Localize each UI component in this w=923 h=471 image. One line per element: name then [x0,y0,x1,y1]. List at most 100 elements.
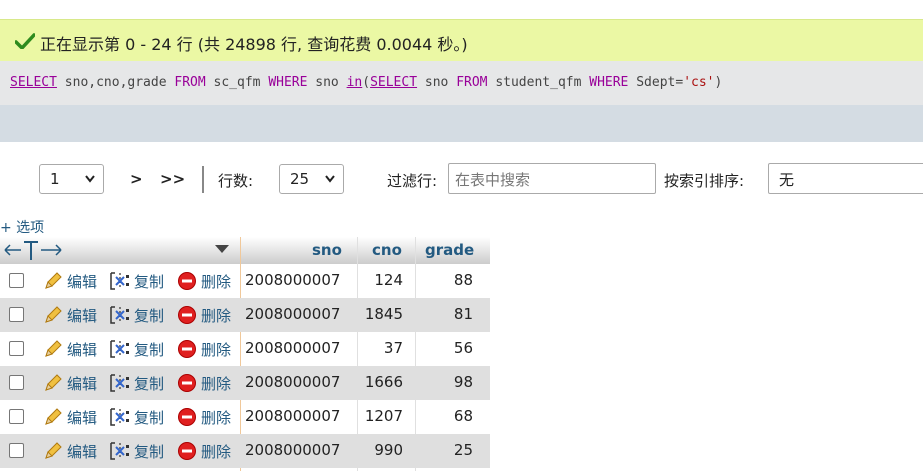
sql-keyword-link[interactable]: SELECT [370,75,417,90]
query-result-message: 正在显示第 0 - 24 行 (共 24898 行, 查询花费 0.0044 秒… [40,35,468,54]
cell-grade[interactable]: 81 [416,305,473,323]
table-header: sno cno grade [0,237,490,264]
sql-keyword: FROM [456,75,488,90]
table-row: 编辑 复制 删除 2008000007 1845 81 [0,298,490,332]
row-checkbox[interactable] [9,375,24,390]
table-row: 编辑 复制 删除 2008000007 124 88 [0,264,490,298]
edit-label: 编辑 [67,409,98,427]
cell-grade[interactable]: 25 [416,441,473,459]
copy-button[interactable]: 复制 [109,270,171,292]
sql-token: ( [362,75,371,90]
sql-keyword-link[interactable]: in [347,75,363,90]
cell-sno[interactable]: 2008000007 [245,407,340,425]
edit-button[interactable]: 编辑 [43,372,103,394]
cell-cno[interactable]: 124 [358,271,403,289]
cell-grade[interactable]: 88 [416,271,473,289]
sort-by-index-value: 无 [779,171,795,189]
cell-cno[interactable]: 1207 [358,407,403,425]
cell-sno[interactable]: 2008000007 [245,373,340,391]
rows-per-page-value: 25 [290,170,310,188]
next-page-button[interactable]: > [130,170,143,188]
row-checkbox[interactable] [9,341,24,356]
copy-button[interactable]: 复制 [109,406,171,428]
rows-per-page-select[interactable]: 25 [279,164,344,194]
sql-token: sc_qfm [205,75,269,90]
page-select[interactable]: 1 [39,164,104,194]
delete-button[interactable]: 删除 [177,338,237,360]
options-link[interactable]: + 选项 [0,217,44,237]
copy-label: 复制 [134,443,165,461]
column-header-grade[interactable]: grade [425,241,474,259]
sql-token: sno [307,75,347,90]
cell-cno[interactable]: 990 [358,441,403,459]
row-checkbox[interactable] [9,443,24,458]
sort-by-index-select[interactable]: 无 [768,163,923,194]
cell-cno[interactable]: 37 [358,339,403,357]
delete-button[interactable]: 删除 [177,372,237,394]
cell-sno[interactable]: 2008000007 [245,441,340,459]
delete-label: 删除 [201,443,232,461]
sql-token: ) [714,75,723,90]
sql-token: sno,cno,grade [56,75,175,90]
delete-label: 删除 [201,375,232,393]
sql-keyword-link[interactable]: SELECT [10,75,57,90]
sql-token: Sdept= [628,75,684,90]
filter-rows-input[interactable]: 在表中搜索 [448,163,656,194]
row-checkbox[interactable] [9,307,24,322]
sql-string: 'cs' [683,75,715,90]
page-select-value: 1 [50,170,60,188]
success-banner: 正在显示第 0 - 24 行 (共 24898 行, 查询花费 0.0044 秒… [0,19,923,61]
filter-placeholder: 在表中搜索 [455,171,531,189]
sql-token: student_qfm [487,75,590,90]
cell-sno[interactable]: 2008000007 [245,339,340,357]
row-checkbox[interactable] [9,273,24,288]
delete-label: 删除 [201,273,232,291]
rows-label: 行数: [218,172,254,190]
sort-triangle-icon[interactable] [214,244,230,254]
delete-button[interactable]: 删除 [177,440,237,462]
sql-keyword: WHERE [589,75,629,90]
delete-label: 删除 [201,409,232,427]
delete-button[interactable]: 删除 [177,406,237,428]
copy-label: 复制 [134,307,165,325]
table-row: 编辑 复制 删除 2008000007 990 25 [0,434,490,468]
delete-button[interactable]: 删除 [177,270,237,292]
sql-query-text: SELECT sno,cno,grade FROM sc_qfm WHERE s… [10,75,722,90]
sort-label: 按索引排序: [664,172,745,190]
cell-grade[interactable]: 56 [416,339,473,357]
check-icon [15,33,35,49]
edit-button[interactable]: 编辑 [43,304,103,326]
cell-grade[interactable]: 68 [416,407,473,425]
last-page-button[interactable]: >> [160,170,185,188]
delete-label: 删除 [201,307,232,325]
cell-cno[interactable]: 1666 [358,373,403,391]
edit-label: 编辑 [67,443,98,461]
cell-cno[interactable]: 1845 [358,305,403,323]
copy-button[interactable]: 复制 [109,338,171,360]
delete-button[interactable]: 删除 [177,304,237,326]
delete-label: 删除 [201,341,232,359]
cell-sno[interactable]: 2008000007 [245,305,340,323]
column-resize-arrows-icon[interactable] [3,238,63,262]
edit-label: 编辑 [67,273,98,291]
copy-label: 复制 [134,273,165,291]
table-row: 编辑 复制 删除 2008000007 37 56 [0,332,490,366]
sql-keyword: FROM [174,75,206,90]
cell-sno[interactable]: 2008000007 [245,271,340,289]
edit-button[interactable]: 编辑 [43,440,103,462]
copy-button[interactable]: 复制 [109,372,171,394]
copy-button[interactable]: 复制 [109,440,171,462]
copy-label: 复制 [134,375,165,393]
copy-label: 复制 [134,409,165,427]
sql-keyword: WHERE [268,75,308,90]
copy-label: 复制 [134,341,165,359]
edit-button[interactable]: 编辑 [43,270,103,292]
table-row: 编辑 复制 删除 2008000007 1207 68 [0,400,490,434]
column-header-cno[interactable]: cno [372,241,402,259]
edit-button[interactable]: 编辑 [43,406,103,428]
edit-button[interactable]: 编辑 [43,338,103,360]
cell-grade[interactable]: 98 [416,373,473,391]
copy-button[interactable]: 复制 [109,304,171,326]
column-header-sno[interactable]: sno [312,241,342,259]
row-checkbox[interactable] [9,409,24,424]
